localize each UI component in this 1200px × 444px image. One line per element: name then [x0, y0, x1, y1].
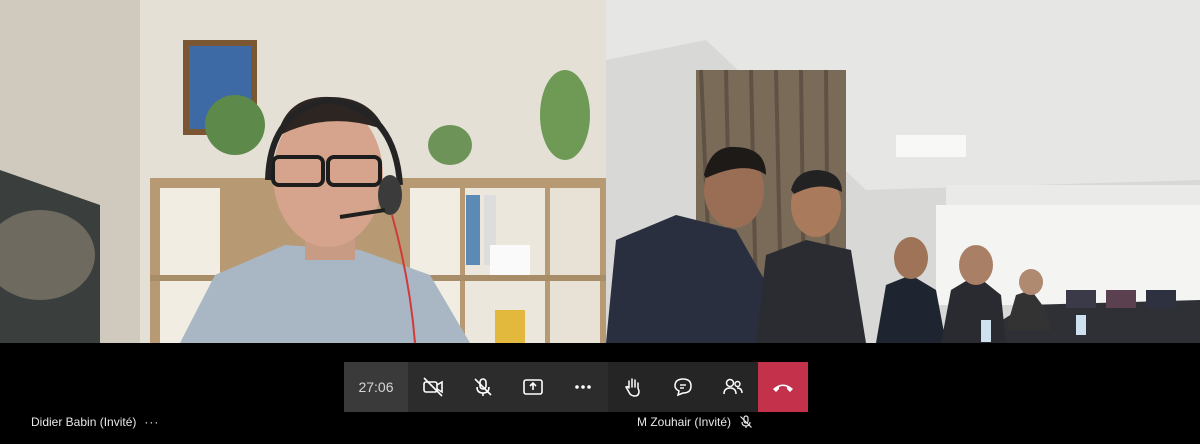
- video-tile-didier-babin[interactable]: [0, 0, 606, 343]
- share-screen-button[interactable]: [508, 362, 558, 412]
- call-timer: 27:06: [344, 362, 408, 412]
- raise-hand-icon: [624, 378, 640, 397]
- participant-name: Didier Babin (Invité): [31, 415, 137, 429]
- mic-toggle-button[interactable]: [458, 362, 508, 412]
- share-screen-icon: [523, 379, 543, 395]
- video-feed-didier-babin: [0, 0, 606, 343]
- camera-toggle-button[interactable]: [408, 362, 458, 412]
- mic-muted-icon: [740, 415, 752, 428]
- mic-off-icon: [474, 378, 492, 396]
- participant-more-options-button[interactable]: ···: [144, 415, 159, 429]
- participant-label-right: M Zouhair (Invité): [637, 415, 753, 429]
- call-controls-toolbar: 27:06: [344, 362, 808, 412]
- raise-hand-button[interactable]: [608, 362, 658, 412]
- video-tile-m-zouhair[interactable]: [606, 0, 1200, 343]
- participant-name: M Zouhair (Invité): [637, 415, 732, 429]
- chat-icon: [674, 378, 692, 397]
- chat-button[interactable]: [658, 362, 708, 412]
- video-feed-m-zouhair: [606, 0, 1200, 343]
- camera-off-icon: [423, 377, 443, 397]
- participants-button[interactable]: [708, 362, 758, 412]
- more-actions-button[interactable]: [558, 362, 608, 412]
- hangup-icon: [773, 384, 793, 392]
- hang-up-button[interactable]: [758, 362, 808, 412]
- participant-label-left: Didier Babin (Invité) ···: [31, 415, 159, 429]
- more-icon: [575, 385, 591, 389]
- participants-icon: [723, 378, 743, 395]
